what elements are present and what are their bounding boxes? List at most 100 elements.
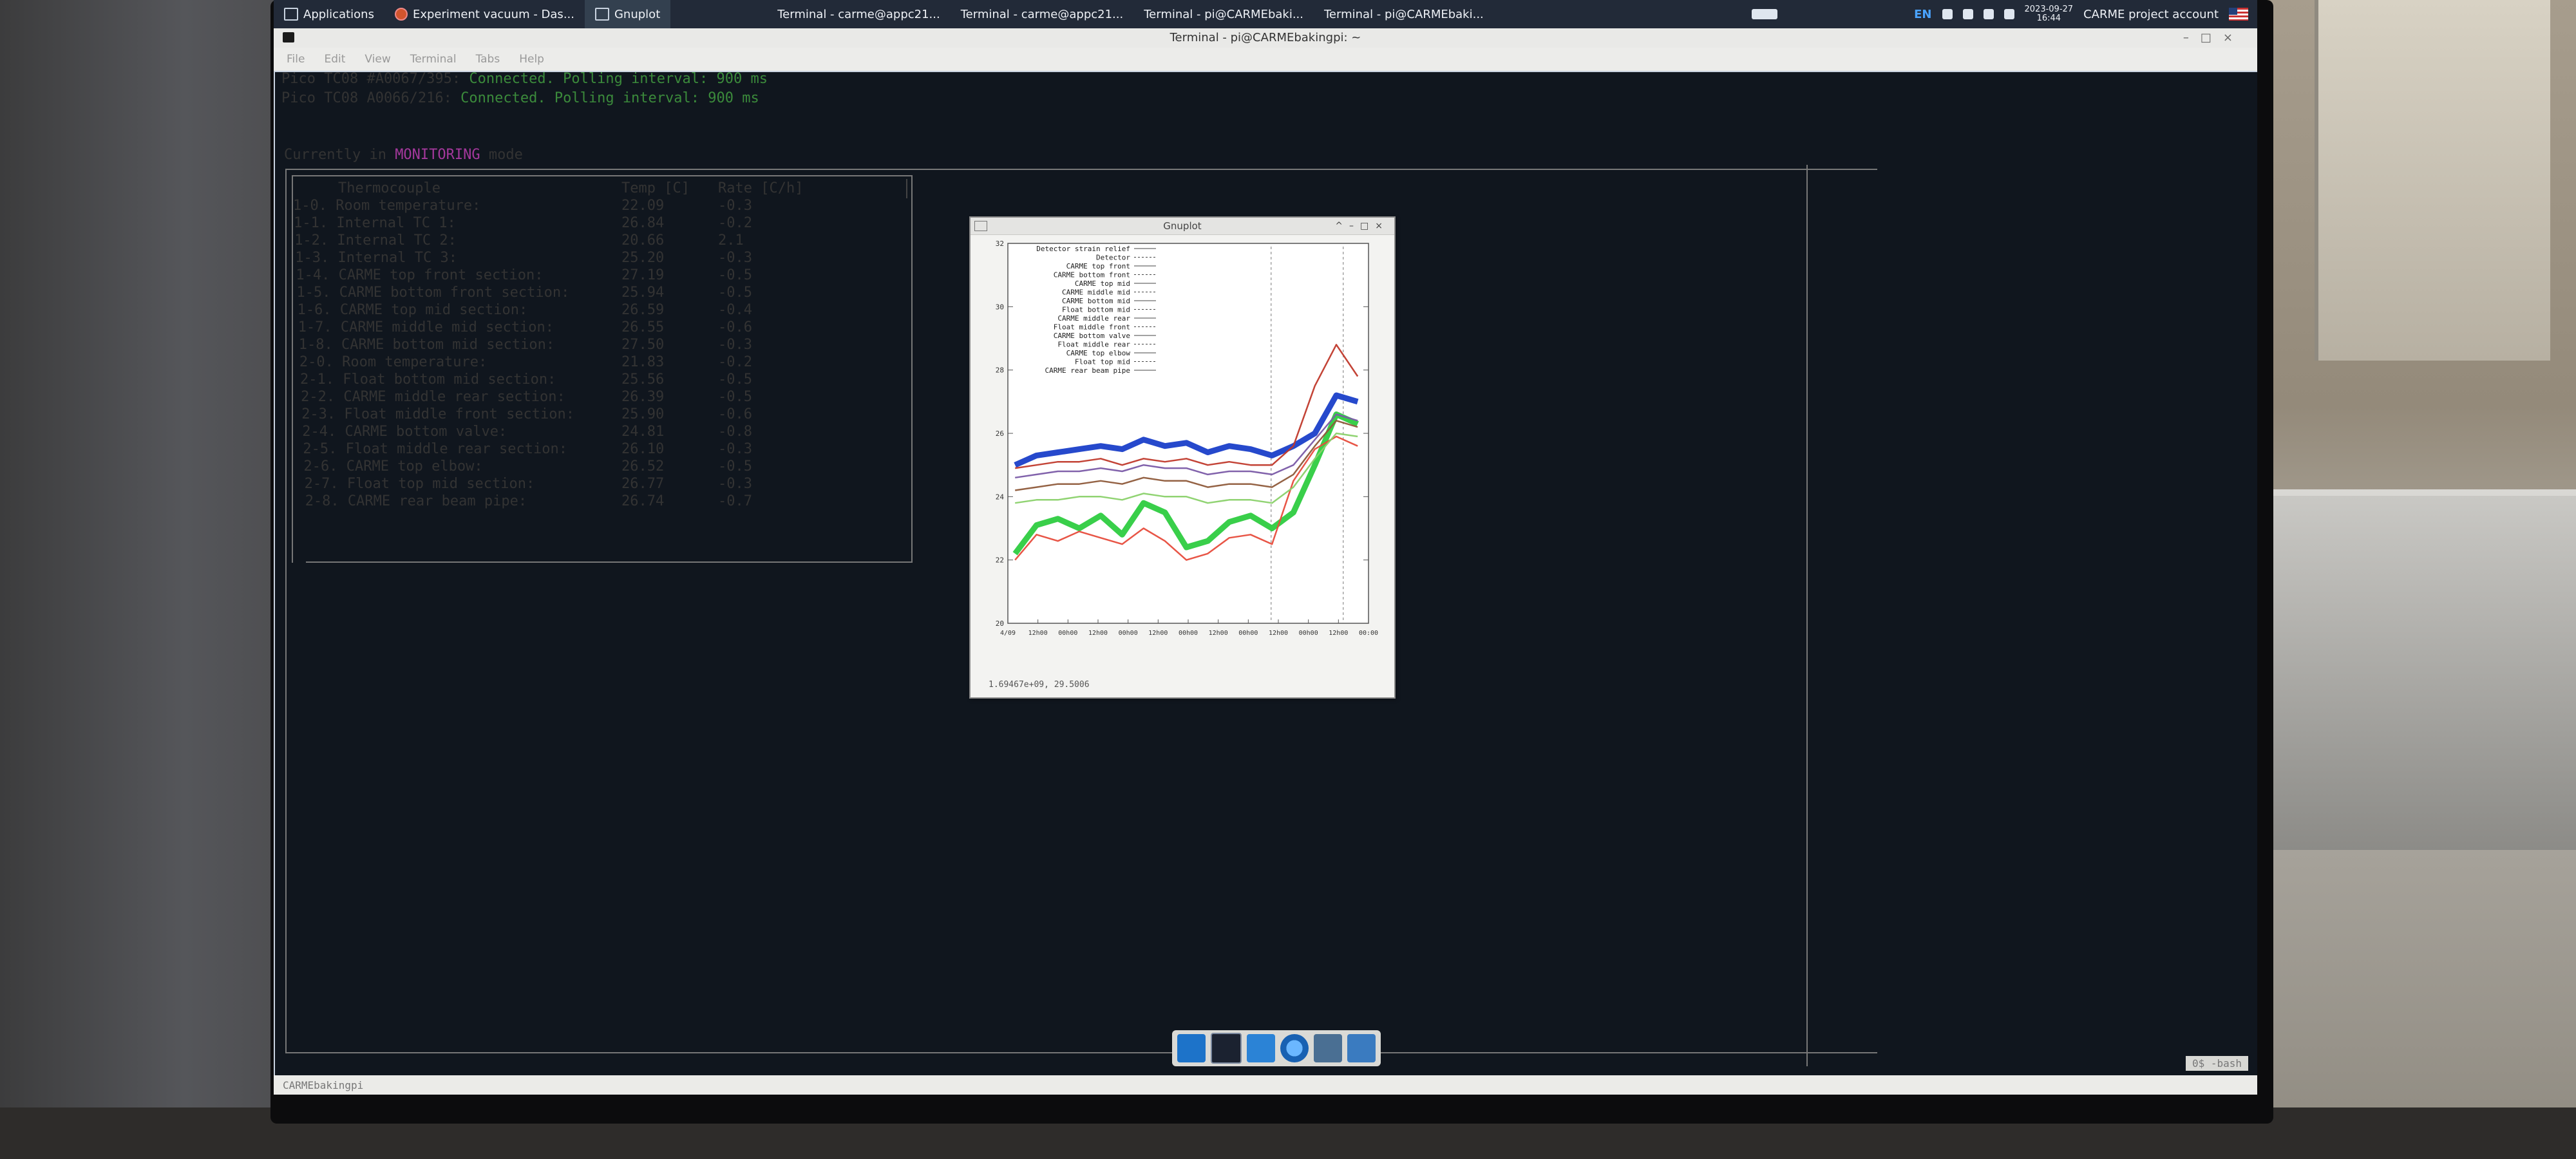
folder-icon[interactable]	[1347, 1034, 1376, 1062]
close-icon[interactable]: ×	[2223, 31, 2244, 44]
legend-entry: Float bottom mid	[1062, 306, 1130, 314]
legend-entry: CARME bottom front	[1054, 271, 1130, 279]
y-tick-label: 24	[996, 493, 1005, 501]
table-cell-temp: 25.90	[621, 406, 665, 422]
legend-entry: CARME rear beam pipe	[1045, 366, 1130, 375]
task-terminal-1[interactable]: Terminal - carme@appc21...	[274, 0, 2257, 1078]
menu-view[interactable]: View	[365, 53, 390, 66]
task-browser[interactable]: Experiment vacuum - Das...	[384, 0, 585, 28]
table-cell-rate: -0.3	[718, 476, 752, 492]
table-cell-name: 1-6. CARME top mid section:	[297, 302, 528, 318]
volume-icon[interactable]	[1942, 9, 1953, 19]
table-cell-rate: -0.6	[718, 319, 752, 335]
terminal-launcher-icon[interactable]	[1211, 1033, 1242, 1064]
task-terminal-4[interactable]: Terminal - pi@CARMEbaki...	[274, 0, 2257, 1078]
battery-icon[interactable]	[1962, 9, 1973, 19]
menu-help[interactable]: Help	[519, 53, 544, 66]
maximize-icon[interactable]: □	[2201, 31, 2223, 44]
menu-tabs[interactable]: Tabs	[476, 53, 500, 66]
x-tick-label: 00:00	[1359, 630, 1378, 637]
clipboard-icon[interactable]	[1983, 9, 1994, 19]
x-tick-label: 12h00	[1269, 630, 1288, 637]
table-row: 1-4. CARME top front section: 27.19 -0.5	[293, 267, 886, 285]
table-cell-temp: 26.74	[621, 493, 665, 509]
frame-edge	[1806, 165, 1808, 1066]
hostname-label: CARMEbakingpi	[283, 1079, 364, 1091]
legend-entry: CARME bottom valve	[1054, 332, 1130, 340]
table-header: Thermocouple Temp [C] Rate [C/h]	[338, 180, 804, 196]
x-tick-label: 12h00	[1209, 630, 1228, 637]
table-cell-rate: -0.2	[718, 354, 752, 370]
clock[interactable]: 2023-09-27 16:44	[2025, 5, 2074, 23]
table-cell-temp: 26.10	[621, 441, 665, 457]
table-cell-name: 1-2. Internal TC 2:	[294, 232, 457, 249]
device-status-line: Pico TC08 A0066/216: Connected. Polling …	[281, 90, 759, 106]
browser-icon	[394, 8, 408, 21]
x-tick-label: 12h00	[1329, 630, 1348, 637]
table-cell-temp: 24.81	[621, 424, 665, 440]
x-tick-label: 4/09	[1000, 630, 1016, 637]
metal-crate	[2241, 489, 2576, 856]
flag-icon	[2229, 8, 2248, 21]
shade-icon[interactable]: ^	[1335, 221, 1349, 231]
table-cell-temp: 26.84	[621, 215, 665, 231]
dock	[1172, 1030, 1381, 1066]
workspace-switcher-icon[interactable]	[1752, 9, 1778, 19]
search-icon[interactable]	[1314, 1034, 1342, 1062]
table-cell-rate: -0.3	[718, 250, 752, 266]
gnuplot-cursor-readout: 1.69467e+09, 29.5006	[989, 680, 1090, 690]
table-cell-temp: 27.19	[621, 267, 665, 283]
table-row: 2-3. Float middle front section: 25.90 -0.…	[293, 406, 886, 424]
menu-terminal[interactable]: Terminal	[410, 53, 457, 66]
menu-file[interactable]: File	[287, 53, 305, 66]
table-cell-name: 1-5. CARME bottom front section:	[296, 285, 570, 301]
table-cell-rate: -0.7	[718, 493, 752, 509]
window-controls: ^–□×	[1335, 218, 1389, 234]
table-frame-bottom	[306, 561, 911, 563]
table-cell-name: 2-4. CARME bottom valve:	[302, 424, 507, 440]
temperature-plot[interactable]: 32 30 28 26 24 22 20 4/09 12h00 00h00 12h00 00h00 12…	[982, 236, 1381, 674]
task-terminal-2[interactable]: Terminal - carme@appc21...	[274, 0, 2257, 1078]
table-cell-name: 1-4. CARME top front section:	[296, 267, 544, 283]
keyboard-layout[interactable]: EN	[1914, 8, 1931, 21]
legend-entry: CARME middle rear	[1057, 314, 1130, 323]
terminal-menubar: File Edit View Terminal Tabs Help	[274, 48, 2257, 71]
terminal-statusbar: CARMEbakingpi 0$ -bash	[274, 1056, 2257, 1095]
y-tick-label: 30	[996, 303, 1004, 311]
applications-menu[interactable]: Applications	[274, 0, 384, 28]
x-tick-label: 00h00	[1058, 630, 1077, 637]
maximize-icon[interactable]: □	[1360, 221, 1375, 231]
legend-entry: Detector	[1096, 254, 1130, 262]
window-menu-icon[interactable]	[974, 221, 987, 231]
menu-edit[interactable]: Edit	[324, 53, 345, 66]
web-browser-icon[interactable]	[1280, 1034, 1309, 1062]
task-gnuplot[interactable]: Gnuplot	[584, 0, 671, 28]
legend-entry: CARME bottom mid	[1062, 297, 1130, 305]
legend-entry: Float top mid	[1075, 358, 1130, 366]
show-desktop-icon[interactable]	[1177, 1034, 1206, 1062]
legend-entry: CARME top front	[1066, 262, 1130, 270]
table-cell-name: 1-1. Internal TC 1:	[294, 215, 456, 231]
table-row: 1-2. Internal TC 2: 20.66 2.1	[293, 232, 886, 250]
file-manager-icon[interactable]	[1247, 1034, 1275, 1062]
legend-entry: Float middle rear	[1057, 341, 1130, 349]
table-cell-name: 1-8. CARME bottom mid section:	[298, 337, 555, 353]
applications-icon	[284, 8, 298, 21]
minimize-icon[interactable]: –	[2183, 31, 2201, 44]
minimize-icon[interactable]: –	[1349, 221, 1360, 231]
table-row: 2-4. CARME bottom valve: 24.81 -0.8	[293, 424, 886, 441]
gnuplot-window[interactable]: Gnuplot ^–□× 32 30 28 26 24 22 20 4/09 12h00 00h0…	[969, 216, 1396, 699]
table-cell-rate: 2.1	[718, 232, 744, 249]
table-cell-rate: -0.3	[718, 198, 752, 214]
device-status-line: Pico TC08 #A0067/395: Connected. Polling…	[281, 71, 768, 87]
close-icon[interactable]: ×	[1375, 221, 1389, 231]
table-cell-name: 2-1. Float bottom mid section:	[300, 372, 556, 388]
table-cell-rate: -0.8	[718, 424, 752, 440]
user-account[interactable]: CARME project account	[2083, 8, 2219, 21]
table-cell-rate: -0.5	[718, 372, 752, 388]
task-terminal-3[interactable]: Terminal - pi@CARMEbaki...	[274, 0, 2257, 1078]
legend-entry: CARME top mid	[1075, 279, 1130, 288]
terminal-window-title: Terminal - pi@CARMEbakingpi: ~	[1170, 31, 1361, 44]
legend-entry: Float middle front	[1054, 323, 1130, 332]
notification-bell-icon[interactable]	[2003, 9, 2014, 19]
